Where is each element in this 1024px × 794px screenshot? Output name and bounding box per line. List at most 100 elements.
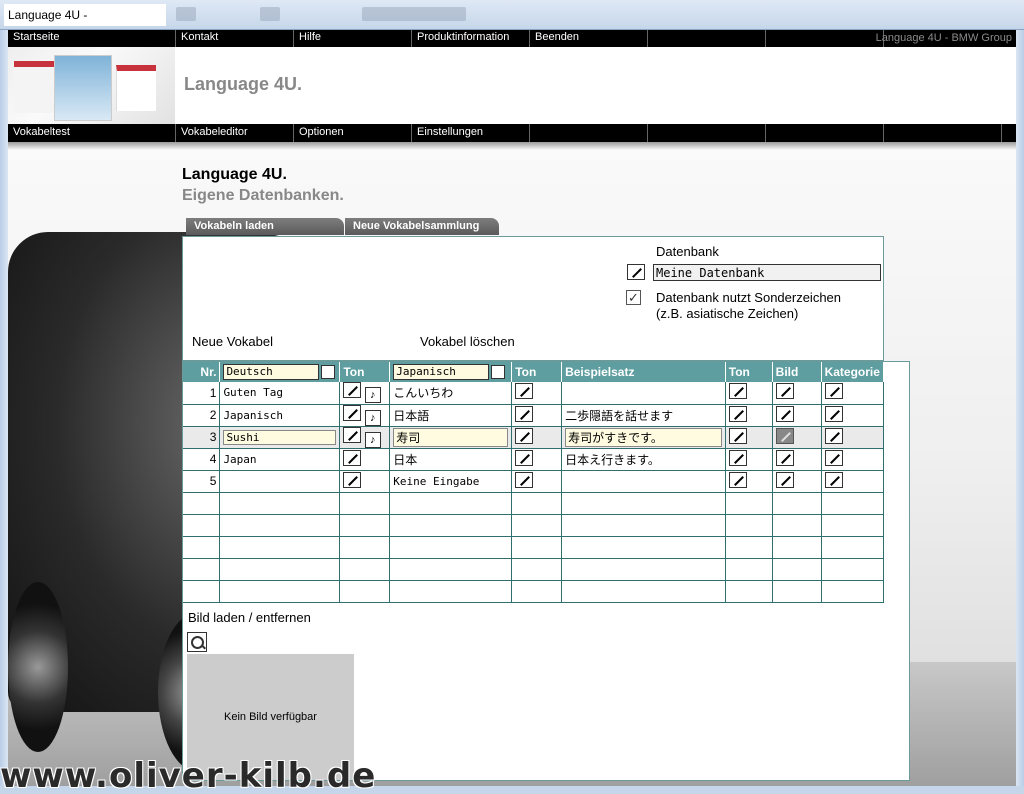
table-row-empty[interactable]	[183, 580, 885, 603]
edit-sound-icon[interactable]	[343, 404, 362, 421]
nav-vokabeleditor[interactable]: Vokabeleditor	[176, 124, 294, 142]
edit-category-icon[interactable]	[824, 405, 843, 422]
sound-note-icon[interactable]: ♪	[364, 387, 381, 404]
table-row[interactable]: 5 Keine Eingabe	[183, 470, 885, 493]
edit-sound-icon[interactable]	[515, 405, 534, 422]
no-image-text: Kein Bild verfügbar	[224, 711, 317, 723]
sound-note-icon[interactable]: ♪	[364, 431, 381, 448]
edit-sound-icon[interactable]	[728, 383, 747, 400]
nav-empty	[648, 124, 766, 142]
image-load-label: Bild laden / entfernen	[188, 610, 311, 625]
japanisch-cell[interactable]: 日本語	[389, 404, 513, 427]
image-cell	[772, 404, 822, 427]
category-cell	[821, 448, 885, 471]
japanisch-cell[interactable]: Keine Eingabe	[389, 470, 513, 493]
blurred-toolbar-item	[260, 7, 280, 21]
edit-category-icon[interactable]	[824, 383, 843, 400]
special-chars-checkbox[interactable]: ✓	[626, 290, 641, 305]
japanisch-field[interactable]: 寿司	[393, 427, 509, 447]
nav-beenden[interactable]: Beenden	[530, 30, 648, 47]
blurred-toolbar-item	[362, 7, 466, 21]
japanisch-cell[interactable]: こんいちわ	[389, 382, 513, 405]
edit-category-icon[interactable]	[824, 449, 843, 466]
edit-sound-icon[interactable]	[515, 427, 534, 444]
delete-vocab-button[interactable]: Vokabel löschen	[420, 334, 515, 349]
lang1-select[interactable]: Deutsch	[223, 364, 320, 380]
row-number: 1	[183, 382, 221, 405]
ton-cell	[339, 470, 391, 493]
deutsch-cell[interactable]: Japanisch	[219, 404, 341, 427]
edit-image-icon[interactable]	[775, 405, 794, 422]
table-row[interactable]: 2 Japanisch ♪ 日本語 二歩隠語を話せます	[183, 404, 885, 427]
nav-hilfe[interactable]: Hilfe	[294, 30, 412, 47]
nav-optionen[interactable]: Optionen	[294, 124, 412, 142]
tab-neue-vokabelsammlung[interactable]: Neue Vokabelsammlung	[345, 218, 499, 235]
edit-image-icon[interactable]	[775, 383, 794, 400]
table-row-selected[interactable]: 3 Sushi ♪ 寿司 寿司がすきです。	[183, 426, 885, 449]
edit-image-icon[interactable]	[775, 449, 794, 466]
edit-sound-icon[interactable]	[515, 383, 534, 400]
row-number: 3	[183, 426, 221, 449]
nav-einstellungen[interactable]: Einstellungen	[412, 124, 530, 142]
deutsch-field[interactable]: Sushi	[223, 429, 337, 445]
nav-empty	[884, 124, 1002, 142]
edit-sound-icon[interactable]	[728, 405, 747, 422]
lang1-edit-icon[interactable]	[321, 365, 336, 379]
example-cell[interactable]: 日本え行きます。	[561, 448, 726, 471]
edit-sound-icon[interactable]	[515, 449, 534, 466]
deutsch-cell[interactable]: Japan	[219, 448, 341, 471]
table-row[interactable]: 4 Japan 日本 日本え行きます。	[183, 448, 885, 471]
search-icon[interactable]	[187, 632, 207, 652]
table-row-empty[interactable]	[183, 536, 885, 559]
edit-sound-icon[interactable]	[728, 449, 747, 466]
special-chars-hint: (z.B. asiatische Zeichen)	[656, 306, 799, 321]
edit-sound-icon[interactable]	[728, 427, 747, 444]
edit-database-icon[interactable]	[627, 264, 645, 280]
nav-empty	[766, 124, 884, 142]
example-cell[interactable]	[561, 382, 726, 405]
edit-image-icon[interactable]	[775, 427, 794, 444]
col-header-deutsch[interactable]: Deutsch	[219, 362, 341, 382]
edit-sound-icon[interactable]	[343, 426, 362, 443]
edit-sound-icon[interactable]	[343, 449, 362, 466]
nav-empty	[648, 30, 766, 47]
edit-sound-icon[interactable]	[515, 471, 534, 488]
nav-produktinformation[interactable]: Produktinformation	[412, 30, 530, 47]
nav-startseite[interactable]: Startseite	[8, 30, 176, 47]
col-header-japanisch[interactable]: Japanisch	[389, 362, 513, 382]
table-row-empty[interactable]	[183, 514, 885, 537]
japanisch-cell[interactable]: 寿司	[389, 426, 513, 449]
deutsch-cell[interactable]	[219, 470, 341, 493]
ton-cell	[511, 382, 563, 405]
nav-vokabeltest[interactable]: Vokabeltest	[8, 124, 176, 142]
page-subtitle: Eigene Datenbanken.	[182, 187, 344, 204]
lang2-edit-icon[interactable]	[491, 365, 506, 379]
japanisch-cell[interactable]: 日本	[389, 448, 513, 471]
brand-label: Language 4U - BMW Group	[875, 32, 1012, 44]
table-row[interactable]: 1 Guten Tag ♪ こんいちわ	[183, 382, 885, 405]
edit-image-icon[interactable]	[775, 471, 794, 488]
ton-cell	[511, 404, 563, 427]
window-titlebar: Language 4U -	[0, 0, 1024, 30]
lang2-select[interactable]: Japanisch	[393, 364, 490, 380]
table-row-empty[interactable]	[183, 492, 885, 515]
table-row-empty[interactable]	[183, 558, 885, 581]
nav-kontakt[interactable]: Kontakt	[176, 30, 294, 47]
edit-category-icon[interactable]	[824, 471, 843, 488]
example-cell[interactable]: 二歩隠語を話せます	[561, 404, 726, 427]
database-name-input[interactable]: Meine Datenbank	[653, 264, 881, 281]
deutsch-cell[interactable]: Guten Tag	[219, 382, 341, 405]
col-header-bild: Bild	[772, 362, 822, 382]
example-cell[interactable]	[561, 470, 726, 493]
edit-sound-icon[interactable]	[343, 382, 362, 399]
ton-cell	[725, 470, 773, 493]
edit-sound-icon[interactable]	[343, 471, 362, 488]
tab-vokabeln-laden[interactable]: Vokabeln laden	[186, 218, 344, 235]
new-vocab-button[interactable]: Neue Vokabel	[192, 334, 273, 349]
deutsch-cell[interactable]: Sushi	[219, 426, 341, 449]
edit-category-icon[interactable]	[824, 427, 843, 444]
edit-sound-icon[interactable]	[728, 471, 747, 488]
example-cell[interactable]: 寿司がすきです。	[561, 426, 726, 449]
example-field[interactable]: 寿司がすきです。	[565, 427, 722, 447]
sound-note-icon[interactable]: ♪	[364, 409, 381, 426]
